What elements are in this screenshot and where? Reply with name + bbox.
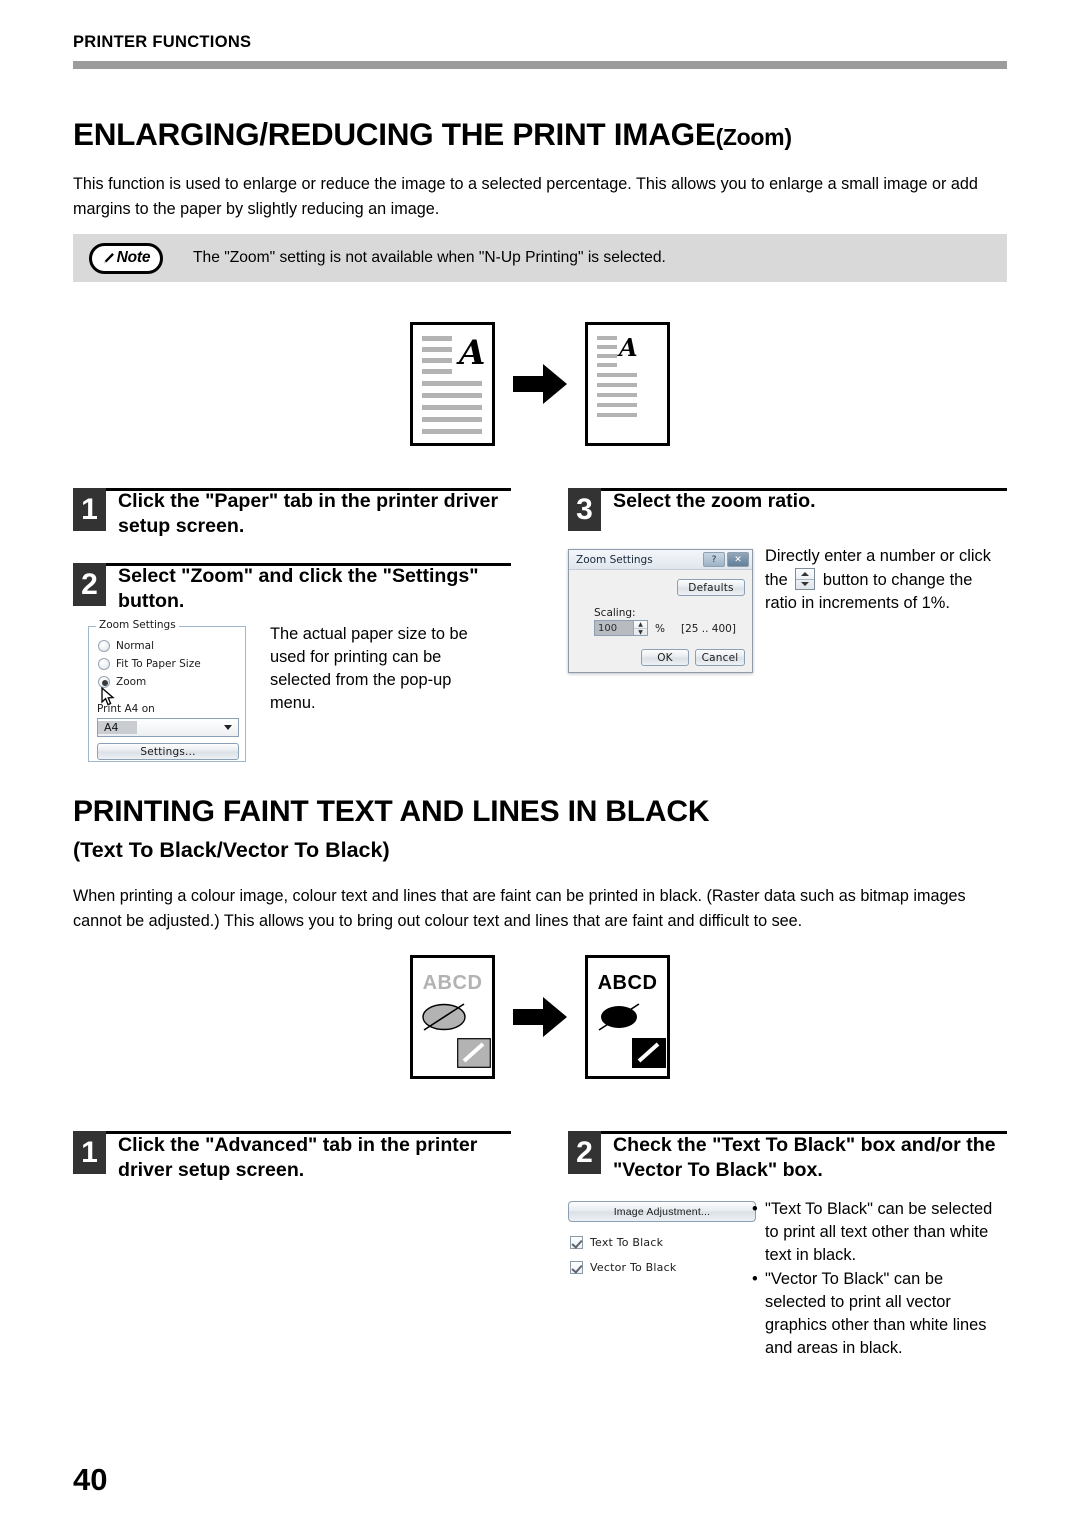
scaling-range-text: [25 .. 400] <box>681 623 736 635</box>
checkbox-text-to-black[interactable]: Text To Black <box>570 1236 663 1249</box>
black-intro-paragraph: When printing a colour image, colour tex… <box>73 887 966 930</box>
note-box-zoom: Note The "Zoom" setting is not available… <box>73 234 1007 282</box>
black-ellipse-shape <box>598 1003 640 1031</box>
chevron-down-icon <box>224 725 232 730</box>
arrow-right-icon <box>513 364 567 404</box>
illustration-page-original: A <box>410 322 495 446</box>
arrow-right-black <box>495 997 585 1037</box>
scaling-label: Scaling: <box>594 607 636 619</box>
image-adjustment-button[interactable]: Image Adjustment... <box>568 1201 756 1222</box>
print-a4-on-label: Print A4 on <box>97 703 155 715</box>
faint-ellipse-shape <box>422 1003 466 1031</box>
checkbox-label-text-to-black: Text To Black <box>590 1236 664 1249</box>
scaling-spinner[interactable]: 100 ▲ ▼ <box>594 620 648 636</box>
paper-size-combo-value: A4 <box>98 721 137 734</box>
step-number-2: 2 <box>73 563 106 606</box>
pencil-icon <box>103 253 114 264</box>
bullet-dot-2: • <box>752 1270 758 1288</box>
checkbox-label-vector-to-black: Vector To Black <box>590 1261 677 1274</box>
black-illustration: ABCD ABCD <box>0 955 1080 1095</box>
page-title-zoom-suffix: (Zoom) <box>715 124 792 150</box>
help-button[interactable]: ? <box>703 552 725 567</box>
step-title-3: Select the zoom ratio. <box>613 490 816 512</box>
step-number-black-2: 2 <box>568 1131 601 1174</box>
illustration-label-after: ABCD <box>597 972 658 994</box>
step-number-1: 1 <box>73 488 106 531</box>
step-number-black-1: 1 <box>73 1131 106 1174</box>
spin-down-icon[interactable]: ▼ <box>634 629 647 636</box>
script-letter-a-small: A <box>619 333 638 362</box>
step-3-description: Directly enter a number or click the but… <box>765 545 1007 615</box>
checkbox-box-text-to-black <box>570 1236 583 1249</box>
illustration-page-black: ABCD <box>585 955 670 1079</box>
page-title-zoom: ENLARGING/REDUCING THE PRINT IMAGE(Zoom) <box>73 116 792 153</box>
dialog-title: Zoom Settings <box>576 553 653 566</box>
black-bullet-list: • "Text To Black" can be selected to pri… <box>752 1198 1008 1361</box>
percent-symbol: % <box>655 623 665 635</box>
bullet-text-2: "Vector To Black" can be selected to pri… <box>765 1270 987 1357</box>
arrow-right-zoom <box>495 364 585 404</box>
page-number: 40 <box>73 1462 108 1497</box>
note-badge-label: Note <box>116 249 151 266</box>
step-number-3: 3 <box>568 488 601 531</box>
page-subtitle-black: (Text To Black/Vector To Black) <box>73 838 390 862</box>
zoom-settings-groupbox: Zoom Settings Normal Fit To Paper Size Z… <box>88 619 246 762</box>
bullet-text-1: "Text To Black" can be selected to print… <box>765 1200 993 1264</box>
illustration-page-faint: ABCD <box>410 955 495 1079</box>
step-title-black-1: Click the "Advanced" tab in the printer … <box>118 1134 478 1181</box>
close-button[interactable]: ✕ <box>727 552 749 567</box>
checkbox-vector-to-black[interactable]: Vector To Black <box>570 1261 676 1274</box>
step-title-1: Click the "Paper" tab in the printer dri… <box>118 490 499 537</box>
step-title-2: Select "Zoom" and click the "Settings" b… <box>118 565 479 612</box>
spinner-button-icon <box>795 568 816 590</box>
scaling-value[interactable]: 100 <box>595 621 633 635</box>
radio-label-fit-to-paper-size: Fit To Paper Size <box>116 658 201 670</box>
page-title-black: PRINTING FAINT TEXT AND LINES IN BLACK <box>73 795 710 828</box>
spin-up-icon[interactable]: ▲ <box>634 621 647 629</box>
zoom-illustration: A A <box>0 322 1080 462</box>
zoom-settings-dialog: Zoom Settings ? ✕ Defaults Scaling: 100 … <box>568 549 753 673</box>
settings-button[interactable]: Settings... <box>97 743 239 760</box>
dialog-titlebar: Zoom Settings ? ✕ <box>569 550 752 570</box>
arrow-right-icon-2 <box>513 997 567 1037</box>
ok-button[interactable]: OK <box>641 649 689 666</box>
radio-fit-to-paper-size[interactable]: Fit To Paper Size <box>98 658 201 670</box>
bullet-dot-1: • <box>752 1200 758 1218</box>
script-letter-a: A <box>459 333 486 373</box>
page-title-zoom-main: ENLARGING/REDUCING THE PRINT IMAGE <box>73 116 716 152</box>
zoom-settings-legend: Zoom Settings <box>96 619 179 631</box>
black-box-shape <box>632 1038 666 1068</box>
illustration-label-before: ABCD <box>422 972 483 994</box>
checkbox-box-vector-to-black <box>570 1261 583 1274</box>
zoom-intro-paragraph: This function is used to enlarge or redu… <box>73 175 978 218</box>
faint-box-shape <box>457 1038 491 1068</box>
radio-label-normal: Normal <box>116 640 154 652</box>
defaults-button[interactable]: Defaults <box>677 579 745 596</box>
radio-normal[interactable]: Normal <box>98 640 154 652</box>
radio-label-zoom: Zoom <box>116 676 147 688</box>
step-2-description: The actual paper size to be used for pri… <box>270 625 468 712</box>
paper-size-combo[interactable]: A4 <box>97 718 239 737</box>
note-badge: Note <box>89 242 163 274</box>
bullet-item-vector-to-black: • "Vector To Black" can be selected to p… <box>752 1268 1008 1360</box>
cancel-button[interactable]: Cancel <box>695 649 745 666</box>
radio-dot-normal <box>98 640 110 652</box>
header-rule <box>73 61 1007 69</box>
illustration-page-reduced: A <box>585 322 670 446</box>
scaling-spin-buttons[interactable]: ▲ ▼ <box>633 621 647 636</box>
step-title-black-2: Check the "Text To Black" box and/or the… <box>613 1134 996 1181</box>
running-header-title: PRINTER FUNCTIONS <box>73 33 252 51</box>
note-text: The "Zoom" setting is not available when… <box>193 249 666 266</box>
bullet-item-text-to-black: • "Text To Black" can be selected to pri… <box>752 1198 1008 1267</box>
radio-dot-fit-to-paper-size <box>98 658 110 670</box>
